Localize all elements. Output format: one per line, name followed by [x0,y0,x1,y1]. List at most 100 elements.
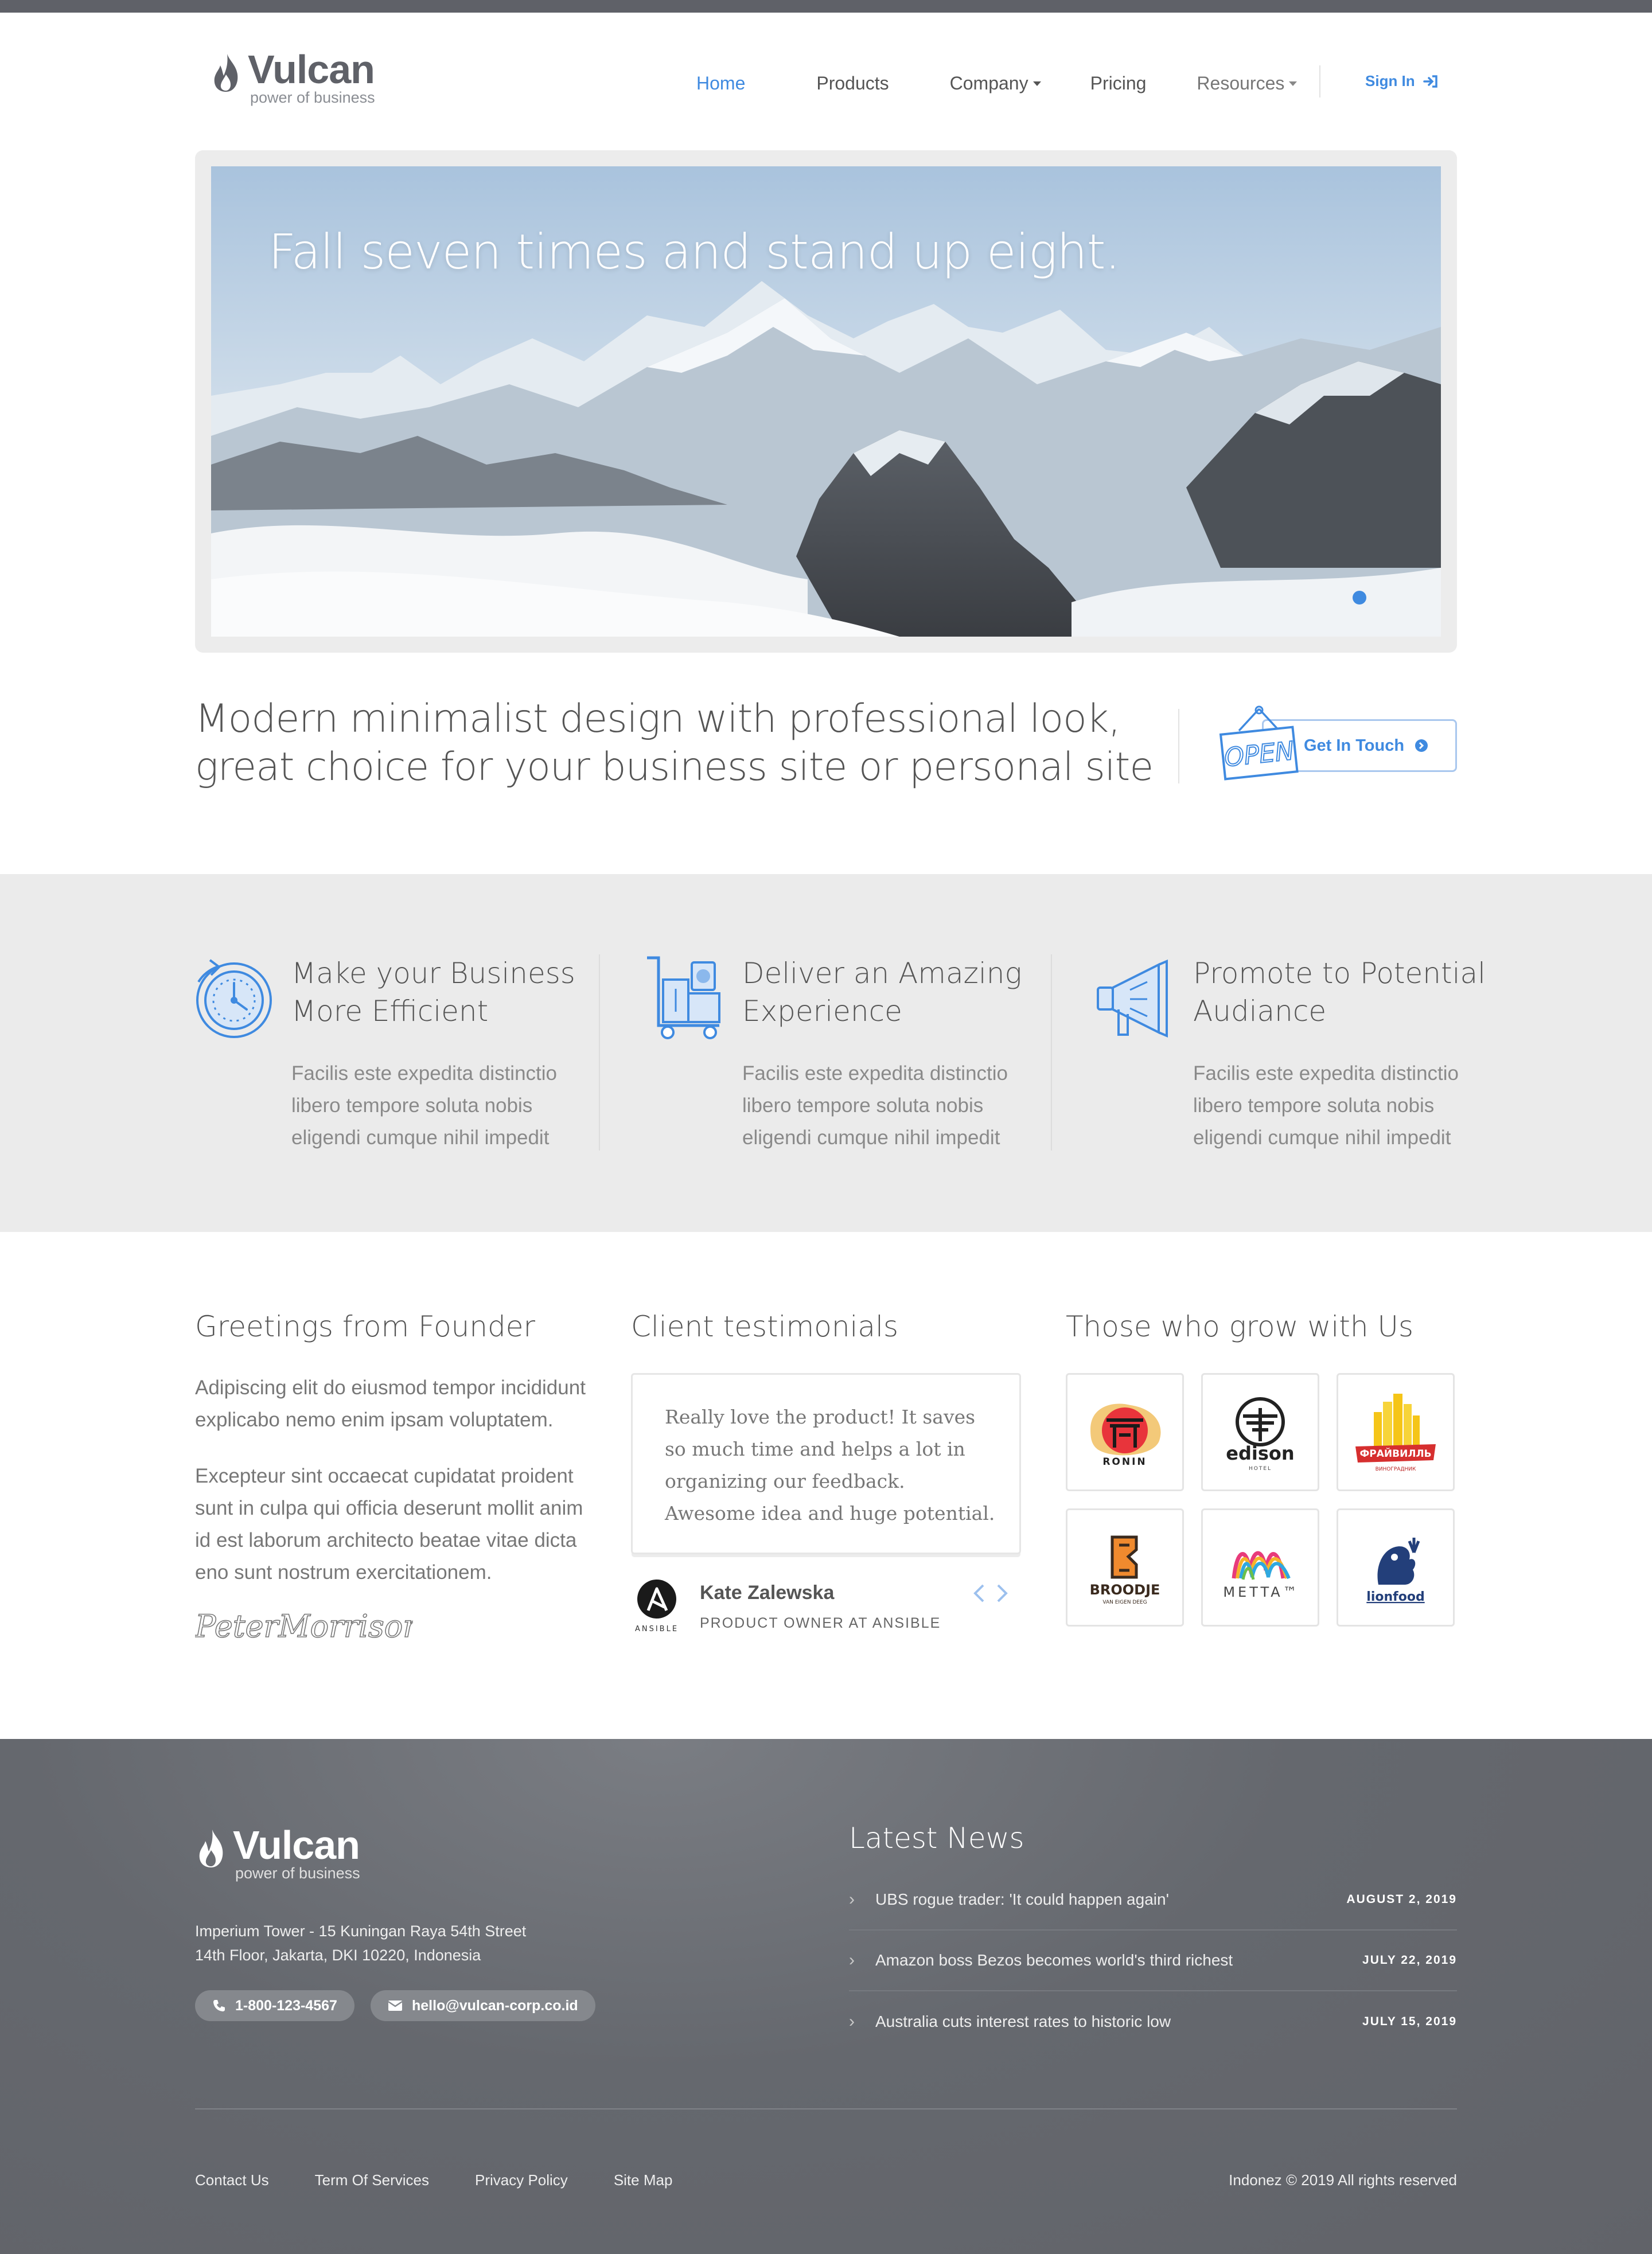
testimonial-role: PRODUCT OWNER AT ANSIBLE [700,1615,941,1631]
sign-in-icon [1423,75,1437,88]
client-logo-lionfood[interactable]: lionfood [1337,1508,1455,1627]
phone-icon [213,2000,225,2011]
intro-divider [1178,709,1179,783]
client-logo-fraivill[interactable]: ФРАЙВИЛЛЬ ВИНОГРАДНИК [1337,1373,1455,1491]
footer-link-terms[interactable]: Term Of Services [315,2171,429,2189]
news-title: Amazon boss Bezos becomes world's third … [875,1951,1233,1969]
feature-title: Deliver an Amazing Experience [742,957,1022,1028]
edison-logo-subtext: HOTEL [1249,1466,1272,1472]
nav-company-label: Company [949,72,1028,93]
signin-link[interactable]: Sign In [1365,72,1438,90]
testimonial-author: Kate Zalewska [700,1582,835,1604]
ronin-logo-text: RONIN [1102,1456,1147,1468]
news-item[interactable]: › UBS rogue trader: 'It could happen aga… [849,1870,1457,1931]
nav-products-label: Products [816,72,889,93]
copyright: Indonez © 2019 All rights reserved [1229,2171,1457,2189]
footer-link-sitemap[interactable]: Site Map [614,2171,673,2189]
nav-pricing-label: Pricing [1090,72,1147,93]
footer-link-privacy[interactable]: Privacy Policy [475,2171,568,2189]
chevron-right-icon: › [849,2012,855,2031]
footer-address: Imperium Tower - 15 Kuningan Raya 54th S… [195,1919,526,1967]
fraivill-logo: ФРАЙВИЛЛЬ ВИНОГРАДНИК [1355,1394,1436,1472]
metta-logo: METTA™ [1223,1551,1299,1600]
ansible-logo: ANSIBLE [635,1580,677,1633]
nav-company[interactable]: Company [950,73,1041,94]
open-sign-icon: OPEN [1219,705,1299,781]
testimonials-title: Client testimonials [631,1310,899,1343]
news-item[interactable]: › Australia cuts interest rates to histo… [849,1991,1457,2052]
founder-paragraph-1: Adipiscing elit do eiusmod tempor incidi… [195,1376,586,1431]
client-logo-edison[interactable]: edison HOTEL [1201,1373,1319,1491]
fraivill-logo-subtext: ВИНОГРАДНИК [1376,1467,1416,1472]
client-logo-ronin[interactable]: RONIN [1066,1373,1184,1491]
news-date: JULY 22, 2019 [1362,1953,1457,1967]
footer-brand-name: Vulcan [233,1823,360,1867]
nav-pricing[interactable]: Pricing [1090,73,1147,94]
flame-icon [214,54,238,92]
footer-link-contact[interactable]: Contact Us [195,2171,269,2189]
feature-text: Facilis este expedita distinctio libero … [742,1062,1008,1149]
news-title: Australia cuts interest rates to histori… [875,2013,1171,2030]
client-logo-metta[interactable]: METTA™ [1201,1508,1319,1627]
address-line-1: Imperium Tower - 15 Kuningan Raya 54th S… [195,1922,527,1940]
broodje-logo-text: BROODJE [1090,1582,1160,1598]
client-logo-broodje[interactable]: BROODJE VAN EIGEN DEEG [1066,1508,1184,1627]
news-item[interactable]: › Amazon boss Bezos becomes world's thir… [849,1931,1457,1991]
broodje-logo-subtext: VAN EIGEN DEEG [1102,1600,1147,1605]
footer-brand-tagline: power of business [235,1865,360,1882]
news-title: UBS rogue trader: 'It could happen again… [875,1890,1169,1908]
nav-resources-label: Resources [1197,72,1285,93]
signature-text: PeterMorrison [195,1608,413,1644]
footer-links: Contact Us Term Of Services Privacy Poli… [195,2171,718,2189]
clients-title: Those who grow with Us [1066,1310,1414,1343]
caret-down-icon [1289,81,1298,86]
stopwatch-icon [196,959,272,1038]
delivery-cart-icon [647,956,720,1039]
chevron-right-icon: › [849,1890,855,1909]
broodje-logo: BROODJE VAN EIGEN DEEG [1090,1535,1160,1605]
envelope-icon [388,2000,403,2011]
hero-title: Fall seven times and stand up eight. [268,224,1120,280]
lionfood-logo: lionfood [1366,1538,1425,1604]
slider-dot-active[interactable] [1353,591,1366,605]
chevron-right-icon[interactable] [993,1581,1011,1606]
megaphone-icon [1097,959,1168,1038]
address-line-2: 14th Floor, Jakarta, DKI 10220, Indonesi… [195,1947,481,1964]
feature-divider [1051,954,1052,1151]
metta-logo-text: METTA™ [1223,1584,1299,1600]
email-address: hello@vulcan-corp.co.id [412,1997,578,2014]
flame-icon [199,1830,223,1867]
feature-title: Promote to Potential Audiance [1193,957,1486,1028]
feature-text: Facilis este expedita distinctio libero … [1193,1062,1459,1149]
founder-title: Greetings from Founder [195,1310,536,1343]
news-date: JULY 15, 2019 [1362,2015,1457,2028]
testimonial-card: Really love the product! It saves so muc… [631,1373,1021,1554]
hero-slider[interactable]: Fall seven times and stand up eight. [211,166,1441,637]
nav-resources[interactable]: Resources [1197,72,1298,94]
brand-tagline: power of business [250,89,375,106]
testimonial-quote: Really love the product! It saves so muc… [665,1406,995,1524]
latest-news-title: Latest News [849,1822,1024,1855]
feature-text: Facilis este expedita distinctio libero … [291,1062,557,1149]
phone-number: 1-800-123-4567 [235,1997,337,2014]
caret-down-icon [1032,81,1041,86]
footer-divider [195,2108,1457,2109]
lionfood-logo-text: lionfood [1366,1590,1424,1604]
circle-arrow-icon [1415,739,1428,752]
nav-home[interactable]: Home [696,73,745,94]
edison-logo: edison HOTEL [1226,1397,1295,1472]
nav-products[interactable]: Products [816,73,889,94]
logo[interactable]: Vulcan power of business [210,49,375,106]
email-pill[interactable]: hello@vulcan-corp.co.id [371,1990,595,2021]
intro-text: Modern minimalist design with profession… [195,696,1154,790]
nav-divider [1319,65,1320,98]
signin-label: Sign In [1365,72,1415,89]
chevron-right-icon: › [849,1951,855,1970]
chevron-left-icon[interactable] [971,1581,988,1606]
founder-paragraph-2: Excepteur sint occaecat cupidatat proide… [195,1465,583,1584]
footer-logo[interactable]: Vulcan power of business [195,1825,360,1881]
phone-pill[interactable]: 1-800-123-4567 [195,1990,354,2021]
ronin-logo: RONIN [1090,1403,1161,1468]
feature-divider [599,954,600,1151]
founder-signature: PeterMorrison [195,1608,413,1645]
